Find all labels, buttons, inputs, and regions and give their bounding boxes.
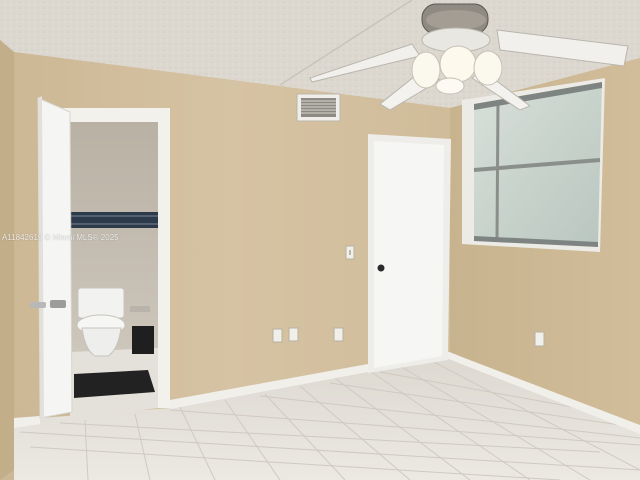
- bathroom-doorway[interactable]: [58, 108, 170, 420]
- left-wall: [0, 40, 14, 480]
- watermark-text: A11842619 © Miami MLS® 2025: [2, 233, 119, 242]
- closet-door[interactable]: [368, 134, 451, 373]
- tile-accent-band: [70, 212, 158, 228]
- air-vent-icon: [296, 93, 341, 122]
- light-switch-icon[interactable]: [345, 245, 355, 260]
- door-knob[interactable]: [377, 264, 385, 272]
- trash-bin: [132, 326, 154, 354]
- window[interactable]: [462, 78, 605, 252]
